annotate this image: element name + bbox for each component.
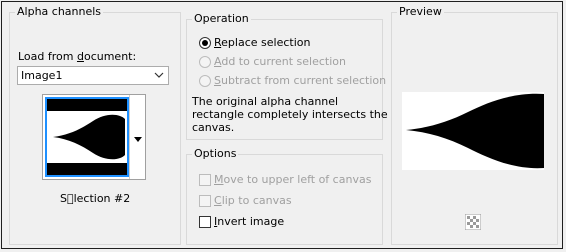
options-title: Options: [192, 147, 239, 161]
selection-name-label: S lection #2: [60, 192, 131, 205]
triangle-down-icon: [134, 133, 142, 146]
invert-image-checkbox[interactable]: [199, 216, 211, 228]
alpha-channel-picker[interactable]: [42, 94, 146, 180]
preview-title: Preview: [397, 5, 444, 19]
replace-selection-radio[interactable]: [199, 37, 211, 49]
preview-image: [402, 92, 544, 170]
move-to-upper-left-checkbox[interactable]: [199, 174, 211, 186]
preview-shape: [406, 93, 544, 169]
add-to-selection-radio[interactable]: [199, 56, 211, 68]
invert-image-label[interactable]: Invert image: [214, 215, 284, 228]
operation-message-line3: canvas.: [192, 121, 235, 134]
clip-to-canvas-label[interactable]: Clip to canvas: [214, 194, 292, 207]
clip-to-canvas-checkbox[interactable]: [199, 195, 211, 207]
alpha-channel-thumbnail-image: [47, 99, 127, 175]
thumbnail-dropdown[interactable]: [129, 95, 145, 179]
chevron-down-icon: [154, 70, 164, 83]
subtract-selection-radio[interactable]: [199, 75, 211, 87]
replace-selection-label[interactable]: Replace selection: [214, 36, 310, 49]
document-select-value: Image1: [21, 69, 63, 82]
operation-message-line1: The original alpha channel: [192, 95, 339, 108]
add-to-selection-label[interactable]: Add to current selection: [214, 55, 346, 68]
load-from-document-label: Load from document:: [18, 50, 137, 63]
operation-title: Operation: [192, 12, 251, 26]
subtract-selection-label[interactable]: Subtract from current selection: [214, 74, 386, 87]
checkerboard-icon[interactable]: [464, 213, 482, 233]
alpha-channels-title: Alpha channels: [15, 5, 104, 19]
move-to-upper-left-label[interactable]: Move to upper left of canvas: [214, 173, 371, 186]
operation-message-line2: rectangle completely intersects the: [192, 108, 388, 121]
alpha-channel-thumbnail[interactable]: [45, 97, 129, 177]
document-select[interactable]: Image1: [17, 66, 169, 85]
